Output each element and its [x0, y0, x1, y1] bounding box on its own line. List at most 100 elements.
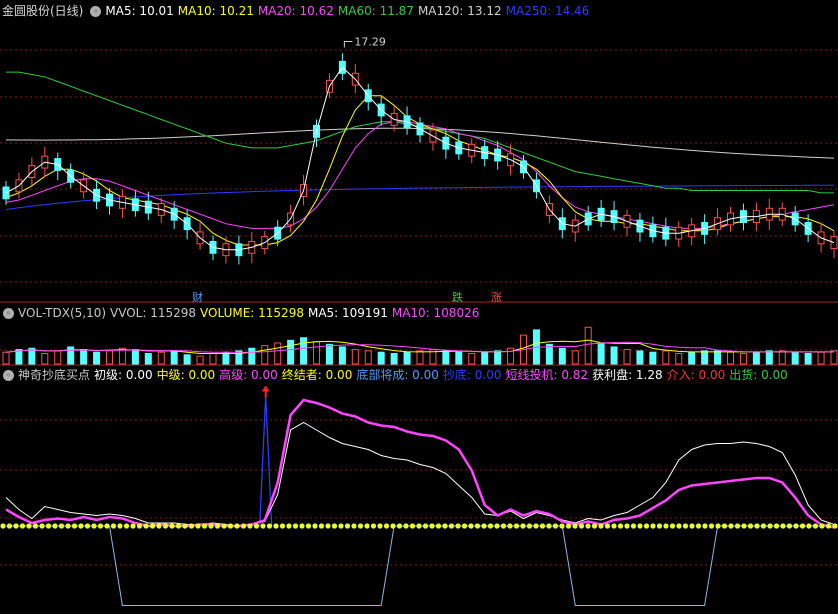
- baseline-dot: [624, 523, 630, 529]
- event-marker-finance[interactable]: 财: [192, 289, 203, 305]
- volume-bar-up: [54, 350, 62, 365]
- volume-bar-up: [727, 351, 734, 365]
- baseline-dot: [195, 523, 201, 529]
- settings-circle-icon[interactable]: ◦: [90, 6, 102, 17]
- baseline-dot: [650, 523, 656, 529]
- settings-circle-icon[interactable]: ◦: [3, 370, 14, 381]
- settings-circle-icon[interactable]: ◦: [3, 308, 14, 319]
- baseline-dot: [520, 523, 526, 529]
- baseline-dot: [149, 523, 156, 529]
- ind-label-8: 获利盘: 1.28: [592, 368, 663, 382]
- profit-line: [5, 421, 835, 527]
- volume-bar-down: [183, 354, 191, 365]
- baseline-dot: [695, 523, 702, 529]
- baseline-dot: [591, 523, 598, 529]
- volume-bar-down: [442, 350, 450, 365]
- volume-bar-up: [351, 349, 359, 365]
- vol-label-4: MA10: 108026: [391, 306, 480, 320]
- volume-bar-down: [636, 350, 644, 365]
- baseline-dot: [481, 523, 487, 529]
- bottom-signal-line: [6, 525, 834, 606]
- volume-bar-down: [403, 351, 411, 365]
- volume-bar-down: [300, 337, 308, 365]
- volume-bar-down: [701, 350, 709, 365]
- volume-bar-up: [416, 350, 424, 365]
- baseline-dot: [663, 523, 669, 529]
- baseline-dot: [26, 523, 32, 529]
- baseline-dot: [468, 523, 474, 529]
- volume-bar-up: [662, 350, 670, 365]
- vol-label-3: MA5: 109191: [307, 306, 388, 320]
- baseline-dot: [136, 523, 143, 529]
- baseline-dot: [656, 523, 663, 529]
- volume-labels: VOL-TDX(5,10) VVOL: 115298 VOLUME: 115298 M…: [18, 306, 483, 320]
- baseline-dot: [13, 523, 19, 529]
- baseline-dot: [260, 523, 266, 529]
- baseline-dot: [45, 523, 52, 529]
- baseline-dot: [208, 523, 214, 529]
- baseline-dot: [377, 523, 383, 529]
- indicator-panel-header: ◦ 神奇抄底买点 初级: 0.00 中级: 0.00 高级: 0.00 终结者: 0.00…: [0, 367, 796, 384]
- baseline-dot: [429, 523, 435, 529]
- baseline-dot: [305, 523, 312, 529]
- volume-bar-down: [287, 339, 295, 365]
- baseline-dot: [6, 523, 13, 529]
- stock-title: 金圆股份(日线): [2, 4, 84, 18]
- volume-bar-up: [584, 326, 592, 365]
- baseline-dot: [162, 523, 169, 529]
- ind-label-6: 抄底: 0.00: [442, 368, 502, 382]
- baseline-dot: [351, 523, 357, 529]
- volume-bar-down: [131, 349, 139, 365]
- ind-label-4: 终结者: 0.00: [281, 368, 353, 382]
- baseline-dot: [507, 523, 513, 529]
- baseline-dot: [708, 523, 715, 529]
- baseline-dot: [760, 523, 767, 529]
- baseline-dot: [643, 523, 650, 529]
- baseline-dot: [39, 523, 45, 529]
- ma-label-4: MA120: 13.12: [417, 4, 502, 18]
- baseline-dot: [292, 523, 299, 529]
- volume-bar-down: [80, 349, 88, 365]
- baseline-dot: [201, 523, 208, 529]
- volume-bar-down: [804, 353, 812, 365]
- baseline-dot: [799, 523, 806, 529]
- ind-label-5: 底部将成: 0.00: [356, 368, 439, 382]
- baseline-dot: [474, 523, 481, 529]
- baseline-dot: [682, 523, 689, 529]
- volume-panel-header: ◦ VOL-TDX(5,10) VVOL: 115298 VOLUME: 115298…: [0, 305, 487, 322]
- volume-bar-up: [623, 349, 631, 365]
- baseline-dot: [741, 523, 747, 529]
- volume-bar-down: [494, 350, 502, 365]
- volume-bar-down: [93, 351, 101, 365]
- speculation-line: [5, 398, 835, 529]
- volume-bar-down: [752, 351, 760, 365]
- volume-bar-down: [791, 351, 799, 365]
- vol-label-0: VOL-TDX(5,10): [18, 306, 107, 320]
- baseline-dot: [0, 523, 6, 529]
- baseline-dot: [832, 523, 838, 529]
- volume-bar-down: [248, 347, 256, 365]
- volume-bar-down: [455, 351, 463, 365]
- event-marker-down[interactable]: 跌: [452, 289, 463, 305]
- volume-bar-up: [468, 353, 476, 365]
- ind-label-10: 出货: 0.00: [729, 368, 788, 382]
- baseline-dot: [65, 523, 71, 529]
- ind-label-2: 中级: 0.00: [156, 368, 216, 382]
- peak-price-label: 17.29: [354, 36, 386, 49]
- baseline-dot: [676, 523, 682, 529]
- baseline-dot: [266, 523, 273, 529]
- baseline-dot: [715, 523, 721, 529]
- candle-up: [830, 236, 838, 250]
- volume-bar-up: [2, 351, 10, 365]
- event-marker-up[interactable]: 涨: [491, 289, 502, 305]
- ind-label-3: 高级: 0.00: [219, 368, 278, 382]
- volume-bar-down: [688, 351, 696, 365]
- volume-bar-down: [377, 351, 385, 365]
- baseline-dot: [409, 523, 416, 529]
- baseline-dot: [448, 523, 455, 529]
- baseline-dot: [533, 523, 539, 529]
- ma5-line: [5, 66, 835, 251]
- volume-bar-up: [106, 350, 113, 365]
- volume-bar-up: [41, 353, 49, 365]
- baseline-dot: [97, 523, 104, 529]
